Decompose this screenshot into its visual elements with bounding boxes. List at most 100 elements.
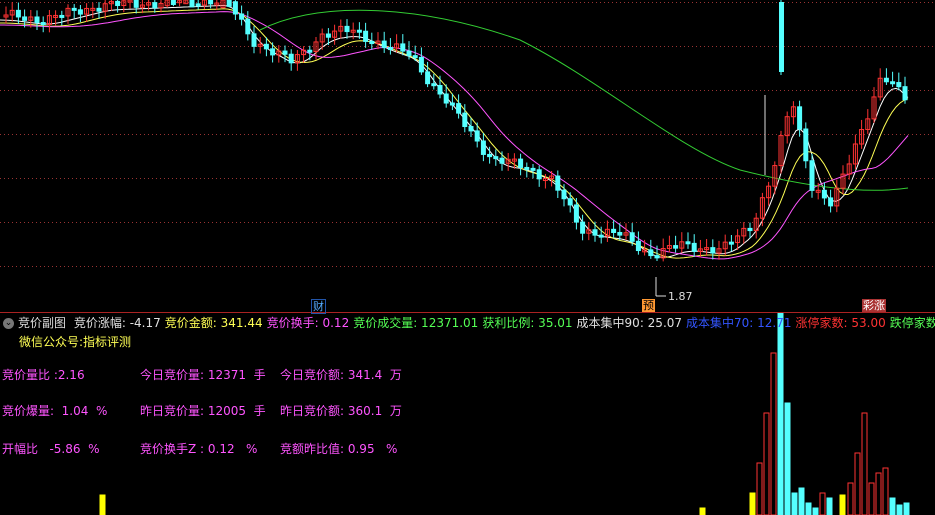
- candle-body: [133, 0, 139, 8]
- low-price-label: 1.87: [668, 290, 693, 303]
- info-item: 竞价成交量: 12371.01: [353, 316, 479, 330]
- yesterday-auction-volume: 昨日竞价量: 12005 手: [140, 404, 266, 418]
- volume-bar: [875, 472, 882, 515]
- candle-body: [282, 50, 288, 55]
- volume-bar: [99, 494, 106, 515]
- candle-body: [251, 33, 257, 47]
- candle-body: [883, 77, 889, 83]
- candle-body: [456, 103, 462, 114]
- candle-body: [152, 2, 158, 9]
- candle-body: [245, 18, 251, 35]
- info-item: 成本集中70: 12.71: [686, 316, 792, 330]
- candle-body: [437, 85, 443, 95]
- volume-bar: [882, 467, 889, 515]
- candle-body: [15, 9, 21, 18]
- ma20-line: [0, 11, 909, 260]
- candle-body: [59, 14, 65, 18]
- auction-turnover: 竞价换手Z : 0.12 %: [140, 442, 258, 456]
- volume-bar: [749, 492, 756, 515]
- candle-body: [524, 166, 530, 170]
- event-marker-finance[interactable]: 财: [311, 299, 326, 314]
- today-auction-amount: 今日竞价额: 341.4 万: [280, 368, 402, 382]
- candle-body: [468, 126, 474, 132]
- volume-bar: [889, 497, 896, 515]
- volume-bar: [798, 487, 805, 515]
- candle-body: [474, 130, 480, 142]
- candle-body: [208, 0, 214, 5]
- candle-body: [896, 82, 902, 88]
- candle-body: [22, 16, 28, 21]
- event-marker-limit-up[interactable]: 彩涨: [862, 299, 886, 312]
- candle-body: [232, 1, 238, 15]
- candle-body: [288, 53, 294, 64]
- candle-body: [387, 47, 393, 51]
- candle-body: [797, 106, 803, 130]
- candle-body: [809, 160, 815, 191]
- info-item: 竞价换手: 0.12: [266, 316, 350, 330]
- candle-body: [71, 7, 77, 11]
- volume-bar: [699, 507, 706, 515]
- candle-body: [580, 221, 586, 234]
- indicator-name: 竞价副图: [18, 316, 67, 330]
- indicator-info-bar: ⌄ 竞价副图 竞价涨幅: -4.17 竞价金额: 341.44 竞价换手: 0.12 竞…: [0, 314, 935, 332]
- volume-bar: [784, 402, 791, 515]
- candle-body: [431, 83, 437, 87]
- volume-bar: [847, 482, 854, 515]
- candle-body: [115, 0, 121, 6]
- auction-burst: 竞价爆量: 1.04 %: [2, 404, 108, 418]
- candle-body: [803, 128, 809, 162]
- chart-grid: [0, 2, 935, 267]
- candle-body: [573, 204, 579, 223]
- volume-bar: [896, 504, 903, 515]
- volume-bar: [777, 313, 784, 515]
- candle-body: [443, 93, 449, 104]
- candle-body: [96, 7, 102, 12]
- candle-body: [561, 189, 567, 200]
- candle-body: [270, 48, 276, 56]
- candle-body: [170, 0, 176, 5]
- volume-bar: [826, 497, 833, 515]
- candle-body: [40, 22, 46, 26]
- candle-body: [344, 25, 350, 33]
- candle-body: [363, 30, 369, 42]
- candle-body: [710, 247, 716, 254]
- candle-body: [499, 157, 505, 164]
- candle-body: [611, 228, 617, 233]
- info-item: 跌停家数: 53.00: [889, 316, 935, 330]
- collapse-icon[interactable]: ⌄: [3, 318, 14, 329]
- info-item: 获利比例: 35.01: [482, 316, 573, 330]
- volume-bar: [791, 492, 798, 515]
- candle-body: [195, 3, 201, 7]
- candle-body: [747, 227, 753, 232]
- open-ratio: 开幅比 -5.86 %: [2, 442, 100, 456]
- candle-body: [418, 56, 424, 73]
- volume-bar: [756, 462, 763, 515]
- candle-body: [34, 16, 40, 24]
- candle-body: [406, 50, 412, 57]
- candle-body: [779, 2, 784, 72]
- amount-ratio: 竞额昨比值: 0.95 %: [280, 442, 398, 456]
- candle-body: [480, 140, 486, 155]
- candle-body: [654, 255, 660, 259]
- moving-averages: [0, 4, 909, 260]
- candle-body: [567, 198, 573, 206]
- candle-body: [691, 242, 697, 252]
- event-marker-forecast[interactable]: 预: [642, 299, 655, 312]
- candle-body: [462, 112, 468, 128]
- candle-body: [493, 156, 499, 160]
- candle-body: [77, 9, 83, 15]
- volume-bar: [812, 507, 819, 515]
- today-auction-volume: 今日竞价量: 12371 手: [140, 368, 266, 382]
- candle-body: [369, 40, 375, 45]
- candle-body: [487, 153, 493, 158]
- volume-bar: [903, 502, 910, 515]
- candle-body: [189, 0, 195, 8]
- volume-bar: [805, 502, 812, 515]
- info-item: 竞价金额: 341.44: [164, 316, 263, 330]
- info-item: 涨停家数: 53.00: [795, 316, 886, 330]
- info-item: 竞价涨幅: -4.17: [73, 316, 161, 330]
- candle-body: [555, 175, 561, 191]
- candlesticks[interactable]: [3, 0, 908, 262]
- kline-chart[interactable]: 1.87: [0, 0, 935, 313]
- candle-body: [629, 232, 635, 242]
